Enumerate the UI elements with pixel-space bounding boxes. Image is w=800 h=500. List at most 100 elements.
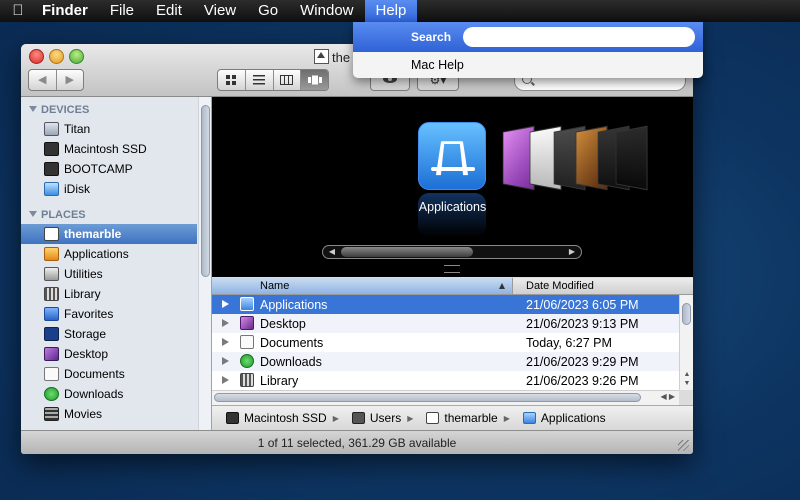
sidebar-item-favorites[interactable]: Favorites <box>21 304 197 324</box>
window-title: the <box>314 49 350 65</box>
sidebar-item-downloads[interactable]: Downloads <box>21 384 197 404</box>
menu-go[interactable]: Go <box>247 0 289 22</box>
path-segment-users[interactable]: Users ▶ <box>351 411 413 425</box>
applications-folder-icon <box>522 412 536 424</box>
status-bar: 1 of 11 selected, 361.29 GB available <box>21 430 693 454</box>
column-view-button[interactable] <box>272 70 301 90</box>
cover-flow-scroll-thumb[interactable] <box>341 247 473 257</box>
list-vertical-scrollbar[interactable]: ▲ ▼ <box>679 295 693 390</box>
row-date: Today, 6:27 PM <box>526 336 612 350</box>
cover-flow-view-button[interactable] <box>300 70 328 90</box>
cover-flow-pictures-icon[interactable] <box>615 125 648 191</box>
disclosure-triangle-icon[interactable] <box>222 300 229 308</box>
sidebar-header-places-label: PLACES <box>41 209 86 221</box>
menu-window[interactable]: Window <box>289 0 364 22</box>
list-horizontal-scroll-thumb[interactable] <box>214 393 641 402</box>
path-segment-macintosh-ssd[interactable]: Macintosh SSD ▶ <box>226 411 339 425</box>
table-row[interactable]: Downloads 21/06/2023 9:29 PM <box>212 352 679 371</box>
hard-drive-icon <box>226 412 239 424</box>
path-bar: Macintosh SSD ▶ Users ▶ themarble ▶ Appl… <box>212 405 693 430</box>
downloads-folder-icon <box>240 354 254 368</box>
sidebar-item-bootcamp[interactable]: BOOTCAMP <box>21 159 197 179</box>
sidebar-header-places[interactable]: PLACES <box>29 209 86 221</box>
back-button[interactable]: ◀ <box>29 70 56 90</box>
sidebar-item-movies[interactable]: Movies <box>21 404 197 424</box>
forward-button[interactable]: ▶ <box>55 70 84 90</box>
path-segment-applications[interactable]: Applications <box>522 411 606 425</box>
disclosure-triangle-icon <box>29 211 37 217</box>
disclosure-triangle-icon[interactable] <box>222 319 229 327</box>
sidebar-item-themarble[interactable]: themarble <box>21 224 197 244</box>
column-view-icon <box>280 75 294 85</box>
menu-help[interactable]: Help <box>364 0 418 22</box>
cover-flow-pane[interactable]: Applications ◀ ▶ <box>212 97 693 277</box>
list-vertical-scroll-thumb[interactable] <box>682 303 691 325</box>
cover-flow-right-arrow[interactable]: ▶ <box>565 246 579 258</box>
menu-finder[interactable]: Finder <box>36 0 99 22</box>
path-segment-label: Applications <box>540 411 606 425</box>
sidebar-item-utilities[interactable]: Utilities <box>21 264 197 284</box>
sidebar-item-storage[interactable]: Storage <box>21 324 197 344</box>
cover-flow-scrollbar[interactable]: ◀ ▶ <box>322 245 582 259</box>
sidebar-header-devices[interactable]: DEVICES <box>29 104 89 116</box>
table-row[interactable]: Desktop 21/06/2023 9:13 PM <box>212 314 679 333</box>
sidebar-item-desktop[interactable]: Desktop <box>21 344 197 364</box>
disclosure-triangle-icon[interactable] <box>222 357 229 365</box>
file-list: Applications 21/06/2023 6:05 PM Desktop … <box>212 295 679 390</box>
menu-edit[interactable]: Edit <box>145 0 193 22</box>
cover-flow-left-arrow[interactable]: ◀ <box>325 246 339 258</box>
path-segment-themarble[interactable]: themarble ▶ <box>426 411 510 425</box>
applications-icon <box>44 247 59 261</box>
path-segment-label: Users <box>369 411 402 425</box>
cover-flow-icon <box>307 75 322 85</box>
menu-bar:  Finder File Edit View Go Window Help <box>0 0 800 22</box>
zoom-button[interactable] <box>69 49 84 64</box>
list-scroll-arrows[interactable]: ▲ ▼ <box>680 370 693 388</box>
finder-window: the ◀ ▶ ⚙▾ DEVICES Titan Macintosh SSD B… <box>21 44 693 454</box>
path-separator-icon: ▶ <box>332 413 339 423</box>
sidebar-item-label: Macintosh SSD <box>64 142 147 156</box>
sidebar-item-macintosh-ssd[interactable]: Macintosh SSD <box>21 139 197 159</box>
menu-view[interactable]: View <box>193 0 247 22</box>
table-row[interactable]: Applications 21/06/2023 6:05 PM <box>212 295 679 314</box>
library-folder-icon <box>240 373 254 387</box>
column-header-date-modified[interactable]: Date Modified <box>526 280 594 292</box>
disclosure-triangle-icon <box>29 106 37 112</box>
apple-logo-icon[interactable]:  <box>0 0 36 22</box>
column-header-name[interactable]: Name <box>212 278 513 294</box>
sidebar-item-label: Storage <box>64 327 107 341</box>
sidebar-item-label: themarble <box>64 227 122 241</box>
home-icon <box>44 227 59 241</box>
list-view-button[interactable] <box>244 70 273 90</box>
sidebar-item-applications[interactable]: Applications <box>21 244 197 264</box>
disclosure-triangle-icon[interactable] <box>222 376 229 384</box>
app-store-icon[interactable] <box>418 122 486 190</box>
movies-icon <box>44 407 59 421</box>
list-horizontal-scrollbar[interactable]: ◀ ▶ <box>212 390 679 405</box>
storage-icon <box>44 327 59 341</box>
help-search-row: Search <box>353 22 703 52</box>
path-separator-icon: ▶ <box>503 413 510 423</box>
help-search-input[interactable] <box>463 27 695 47</box>
sidebar-header-devices-label: DEVICES <box>41 104 90 116</box>
sidebar-item-idisk[interactable]: iDisk <box>21 179 197 199</box>
table-row[interactable]: Library 21/06/2023 9:26 PM <box>212 371 679 390</box>
sidebar-item-documents[interactable]: Documents <box>21 364 197 384</box>
disclosure-triangle-icon[interactable] <box>222 338 229 346</box>
list-horizontal-scroll-arrows[interactable]: ◀ ▶ <box>660 392 675 401</box>
back-forward-group: ◀ ▶ <box>28 69 84 91</box>
sidebar-scroll-thumb[interactable] <box>201 105 210 277</box>
icon-view-button[interactable] <box>218 70 245 90</box>
menu-file[interactable]: File <box>99 0 145 22</box>
sidebar-scrollbar[interactable] <box>198 97 211 430</box>
sidebar-item-label: Utilities <box>64 267 103 281</box>
table-row[interactable]: Documents Today, 6:27 PM <box>212 333 679 352</box>
menu-item-mac-help[interactable]: Mac Help <box>411 58 464 72</box>
close-button[interactable] <box>29 49 44 64</box>
split-resize-handle[interactable] <box>444 265 460 273</box>
sidebar-item-library[interactable]: Library <box>21 284 197 304</box>
minimize-button[interactable] <box>49 49 64 64</box>
sidebar-item-label: Titan <box>64 122 91 136</box>
sidebar-item-titan[interactable]: Titan <box>21 119 197 139</box>
resize-grip-icon[interactable] <box>678 440 689 451</box>
